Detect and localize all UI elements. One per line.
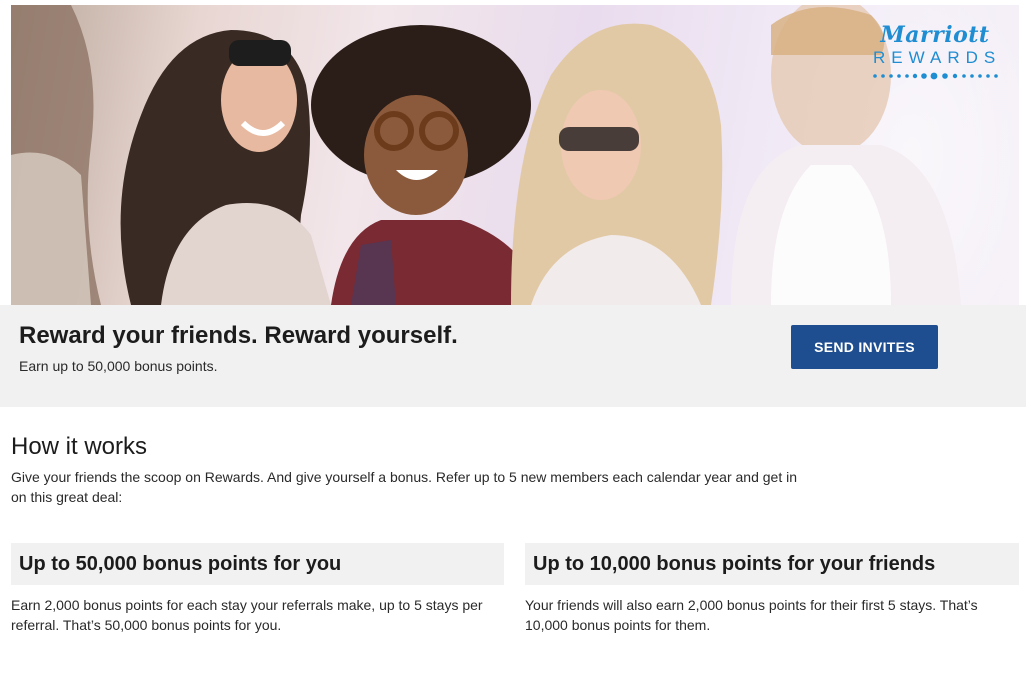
marriott-rewards-logo: Marriott REWARDS [869,23,1001,81]
logo-rewards-text: REWARDS [873,48,1002,67]
logo-dots-icon [873,72,998,80]
card-you-heading: Up to 50,000 bonus points for you [19,553,342,575]
cta-subtitle: Earn up to 50,000 bonus points. [19,358,218,374]
how-it-works-description: Give your friends the scoop on Rewards. … [11,469,797,505]
hero-photo [11,5,961,305]
card-friends-header: Up to 10,000 bonus points for your frien… [525,543,1019,585]
cta-band: Reward your friends. Reward yourself. Ea… [0,305,1026,407]
hero-banner: Marriott REWARDS [11,5,1019,305]
send-invites-button[interactable]: SEND INVITES [791,325,938,369]
cta-title: Reward your friends. Reward yourself. [19,322,458,349]
card-you-header: Up to 50,000 bonus points for you [11,543,504,585]
page: Marriott REWARDS Reward your friends. Re… [0,0,1026,677]
card-friends-heading: Up to 10,000 bonus points for your frien… [533,553,936,575]
how-it-works-title: How it works [11,433,148,460]
card-friends-body: Your friends will also earn 2,000 bonus … [525,597,978,633]
logo-brand-text: Marriott [880,22,990,48]
card-you-body: Earn 2,000 bonus points for each stay yo… [11,597,483,633]
